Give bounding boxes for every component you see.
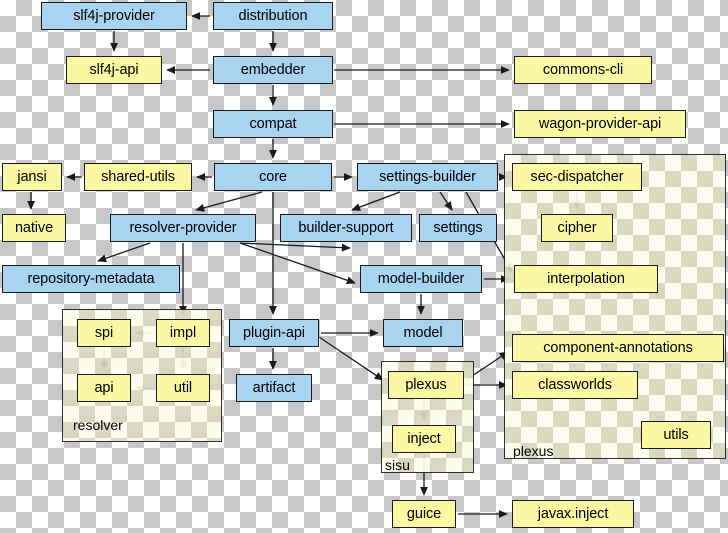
node-label-model: model <box>403 325 443 341</box>
node-label-compat: compat <box>249 116 297 132</box>
node-label-distribution: distribution <box>238 8 308 24</box>
node-slf4j-provider[interactable]: slf4j-provider <box>41 2 187 30</box>
node-label-interpolation: interpolation <box>547 271 625 287</box>
node-plugin-api[interactable]: plugin-api <box>229 319 319 347</box>
node-model-builder[interactable]: model-builder <box>360 265 482 293</box>
node-builder-support[interactable]: builder-support <box>280 214 412 242</box>
node-slf4j-api[interactable]: slf4j-api <box>66 56 162 84</box>
node-label-core: core <box>259 169 287 185</box>
node-label-guice: guice <box>406 506 442 522</box>
cluster-label-sisu: sisu <box>385 457 410 473</box>
node-sec-dispatcher[interactable]: sec-dispatcher <box>512 163 642 191</box>
node-guice[interactable]: guice <box>392 500 456 528</box>
node-wagon-provider-api[interactable]: wagon-provider-api <box>514 110 686 138</box>
node-label-plexus: plexus <box>405 377 447 393</box>
node-label-util: util <box>173 380 193 396</box>
node-shared-utils[interactable]: shared-utils <box>84 163 192 191</box>
node-plexus[interactable]: plexus <box>388 371 464 399</box>
node-util[interactable]: util <box>156 374 210 402</box>
node-settings-builder[interactable]: settings-builder <box>357 163 498 191</box>
node-label-wagon-provider-api: wagon-provider-api <box>538 116 662 132</box>
node-label-slf4j-api: slf4j-api <box>89 62 139 78</box>
node-label-shared-utils: shared-utils <box>101 169 175 185</box>
node-label-spi: spi <box>94 325 114 341</box>
cluster-plexus <box>504 154 726 459</box>
dependency-graph-canvas: resolver sisu plexus slf4j-provider distrib… <box>0 0 728 533</box>
node-native[interactable]: native <box>2 214 66 242</box>
node-label-settings: settings <box>433 220 483 236</box>
node-spi[interactable]: spi <box>77 319 131 347</box>
node-label-component-annotations: component-annotations <box>543 340 693 356</box>
node-component-annotations[interactable]: component-annotations <box>512 334 724 362</box>
node-classworlds[interactable]: classworlds <box>512 371 638 399</box>
edge-resolver-provider-to-builder-support <box>239 242 351 252</box>
edge-settings-builder-to-settings <box>439 191 453 211</box>
node-label-classworlds: classworlds <box>538 377 612 393</box>
node-label-javax.inject: javax.inject <box>537 506 609 522</box>
node-label-cipher: cipher <box>557 220 597 236</box>
node-label-impl: impl <box>169 325 197 341</box>
edge-core-to-resolver-provider <box>195 191 263 212</box>
node-model[interactable]: model <box>383 319 463 347</box>
node-commons-cli[interactable]: commons-cli <box>514 56 652 84</box>
node-label-sec-dispatcher: sec-dispatcher <box>530 169 624 185</box>
node-api[interactable]: api <box>77 374 131 402</box>
node-distribution[interactable]: distribution <box>213 2 333 30</box>
edge-core-to-model-builder <box>239 242 356 285</box>
node-impl[interactable]: impl <box>156 319 210 347</box>
edge-resolver-provider-to-repository-metadata <box>97 242 151 263</box>
node-javax.inject[interactable]: javax.inject <box>512 500 634 528</box>
node-label-plugin-api: plugin-api <box>243 325 305 341</box>
edge-settings-builder-to-builder-support <box>351 191 401 211</box>
node-label-model-builder: model-builder <box>377 271 465 287</box>
node-label-settings-builder: settings-builder <box>379 169 476 185</box>
node-interpolation[interactable]: interpolation <box>514 265 658 293</box>
node-label-commons-cli: commons-cli <box>542 62 624 78</box>
node-label-jansi: jansi <box>17 169 47 185</box>
node-label-repository-metadata: repository-metadata <box>27 271 155 287</box>
node-label-slf4j-provider: slf4j-provider <box>73 8 155 24</box>
node-label-artifact: artifact <box>252 380 296 396</box>
node-label-utils: utils <box>663 427 689 443</box>
node-label-builder-support: builder-support <box>298 220 394 236</box>
node-cipher[interactable]: cipher <box>541 214 613 242</box>
node-artifact[interactable]: artifact <box>236 374 312 402</box>
node-jansi[interactable]: jansi <box>2 163 62 191</box>
node-label-native: native <box>14 220 54 236</box>
node-label-inject: inject <box>407 431 441 447</box>
edge-plugin-api-to-plexus <box>318 336 384 381</box>
node-utils[interactable]: utils <box>641 421 711 449</box>
node-embedder[interactable]: embedder <box>213 56 333 84</box>
node-repository-metadata[interactable]: repository-metadata <box>2 265 180 293</box>
node-label-embedder: embedder <box>240 62 306 78</box>
node-core[interactable]: core <box>214 163 332 191</box>
node-inject[interactable]: inject <box>392 425 456 453</box>
node-resolver-provider[interactable]: resolver-provider <box>110 214 256 242</box>
node-compat[interactable]: compat <box>213 110 333 138</box>
node-label-api: api <box>94 380 114 396</box>
node-settings[interactable]: settings <box>419 214 497 242</box>
cluster-label-plexus: plexus <box>513 443 554 459</box>
node-label-resolver-provider: resolver-provider <box>129 220 237 236</box>
cluster-label-resolver: resolver <box>73 417 123 433</box>
